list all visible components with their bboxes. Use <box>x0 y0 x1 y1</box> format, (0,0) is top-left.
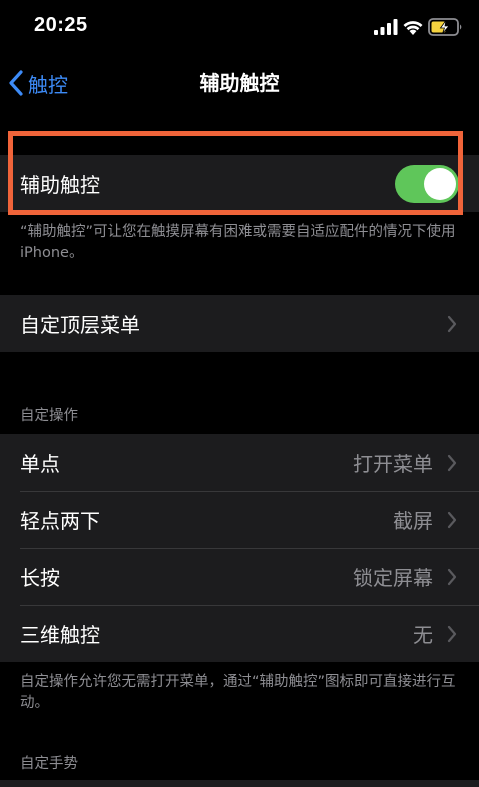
settings-screen: 20:25 辅助触控 触控 辅助触控 “辅助触控”可让您在触摸屏幕有困难或需要自… <box>0 0 479 787</box>
chevron-right-icon <box>447 315 457 332</box>
assistive-touch-row: 辅助触控 <box>0 155 479 212</box>
action-label: 三维触控 <box>20 623 100 647</box>
action-label: 轻点两下 <box>20 509 100 533</box>
action-value: 锁定屏幕 <box>353 566 433 590</box>
back-button-label: 触控 <box>28 72 68 97</box>
chevron-right-icon <box>447 511 457 528</box>
assistive-touch-label: 辅助触控 <box>20 173 100 197</box>
toggle-knob <box>424 167 456 200</box>
chevron-right-icon <box>447 568 457 585</box>
battery-charging-icon <box>428 18 462 36</box>
status-bar: 20:25 <box>0 0 479 56</box>
action-row-double-tap[interactable]: 轻点两下 截屏 <box>0 491 479 548</box>
assistive-touch-toggle[interactable] <box>395 164 459 203</box>
custom-gestures-group <box>0 780 479 787</box>
chevron-right-icon <box>447 625 457 642</box>
action-row-3d-touch[interactable]: 三维触控 无 <box>0 605 479 662</box>
page-title: 辅助触控 <box>199 71 280 95</box>
wifi-icon <box>403 21 423 35</box>
action-value: 截屏 <box>393 509 433 533</box>
customize-top-menu-label: 自定顶层菜单 <box>20 313 140 337</box>
back-button[interactable]: 触控 <box>8 56 68 110</box>
chevron-left-icon <box>9 70 23 96</box>
status-time: 20:25 <box>34 14 88 36</box>
top-menu-group: 自定顶层菜单 <box>0 295 479 352</box>
action-row-single-tap[interactable]: 单点 打开菜单 <box>0 434 479 491</box>
action-value: 无 <box>413 623 433 647</box>
action-row-long-press[interactable]: 长按 锁定屏幕 <box>0 548 479 605</box>
action-label: 长按 <box>20 566 60 590</box>
action-value: 打开菜单 <box>353 452 433 476</box>
custom-actions-group: 单点 打开菜单 轻点两下 截屏 长按 锁定屏幕 三维触控 无 <box>0 434 479 662</box>
custom-actions-footer: 自定操作允许您无需打开菜单，通过“辅助触控”图标即可直接进行互动。 <box>20 674 456 711</box>
navigation-bar: 辅助触控 触控 <box>0 56 479 110</box>
custom-actions-header: 自定操作 <box>20 408 78 424</box>
assistive-touch-footer: “辅助触控”可让您在触摸屏幕有困难或需要自适应配件的情况下使用iPhone。 <box>20 224 456 261</box>
chevron-right-icon <box>447 454 457 471</box>
signal-icon <box>374 19 398 35</box>
assistive-touch-group: 辅助触控 <box>0 155 479 212</box>
custom-gestures-header: 自定手势 <box>20 756 78 772</box>
customize-top-menu-row[interactable]: 自定顶层菜单 <box>0 295 479 352</box>
action-label: 单点 <box>20 452 60 476</box>
